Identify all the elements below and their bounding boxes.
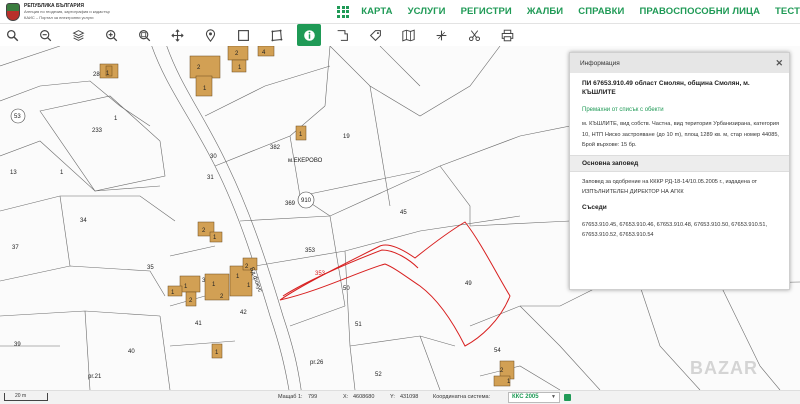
nav-item-complaints[interactable]: ЖАЛБИ [527, 6, 563, 17]
scale-value[interactable]: 799 [308, 394, 317, 400]
layers-icon[interactable] [66, 24, 90, 46]
logo-text: РЕПУБЛИКА БЪЛГАРИЯ Агенция по геодезия, … [24, 3, 110, 21]
apps-grid-icon[interactable] [337, 5, 350, 18]
location-pin-icon[interactable] [198, 24, 222, 46]
order-text: Заповед за одобрение на КККР РД-18-14/10… [582, 178, 758, 196]
map-label: 233 [92, 128, 103, 134]
crs-value: ККС 2005 [512, 394, 539, 400]
order-section-header: Основна заповед [570, 154, 789, 172]
map-label: 41 [195, 321, 202, 327]
zoom-extent-icon[interactable] [132, 24, 156, 46]
search-icon[interactable] [0, 24, 24, 46]
info-panel-title: Информация [580, 59, 620, 67]
parcel-boundary-icon[interactable] [330, 24, 354, 46]
neighbors-list: 67653.910.45, 67653.910.46, 67653.910.48… [582, 221, 768, 239]
map-label: 13 [10, 170, 17, 176]
top-header: РЕПУБЛИКА БЪЛГАРИЯ Агенция по геодезия, … [0, 0, 800, 24]
map-label: 382 [270, 145, 281, 151]
map-label: 50 [343, 286, 350, 292]
scale-bar: 20 m [4, 393, 48, 401]
map-icon[interactable] [396, 24, 420, 46]
main-nav: КАРТА УСЛУГИ РЕГИСТРИ ЖАЛБИ СПРАВКИ ПРАВ… [361, 0, 800, 24]
watermark-logo: BAZAR [690, 358, 758, 378]
remove-from-list-link[interactable]: Премахни от списък с обекти [582, 107, 779, 113]
info-panel-header: Информация ✕ [570, 53, 789, 73]
polygon-select-icon[interactable] [264, 24, 288, 46]
logo-subtitle-2: КАИС – Портал за електронни услуги [24, 14, 94, 20]
scale-bar-text: 20 m [15, 393, 27, 399]
map-label: м.ЕКЕРОВО [288, 158, 323, 164]
print-icon[interactable] [495, 24, 519, 46]
rectangle-select-icon[interactable] [231, 24, 255, 46]
map-label: 35 [147, 265, 154, 271]
nav-item-services[interactable]: УСЛУГИ [408, 6, 446, 17]
map-label: 34 [80, 218, 87, 224]
status-indicator-icon [564, 394, 571, 401]
tag-icon[interactable] [363, 24, 387, 46]
scale-label: Мащаб 1: [278, 394, 303, 400]
logo-subtitle: Агенция по геодезия, картография и кадас… [24, 8, 110, 14]
crs-select[interactable]: ККС 2005 ▼ [508, 392, 560, 403]
x-label: X: [343, 394, 349, 400]
zoom-out-icon[interactable] [33, 24, 57, 46]
map-label: 40 [128, 349, 135, 355]
map-label: 30 [210, 154, 217, 160]
x-value: 4608680 [353, 394, 375, 400]
map-label: 53 [14, 114, 21, 120]
map-label: 42 [240, 310, 247, 316]
parcel-description: м. КЪШЛИТЕ, вид собств. Частна, вид тери… [582, 121, 779, 148]
info-icon[interactable] [297, 24, 321, 46]
agency-logo[interactable]: РЕПУБЛИКА БЪЛГАРИЯ Агенция по геодезия, … [0, 0, 335, 24]
crs-label: Координатна система: [433, 394, 491, 400]
map-label: 28 [93, 72, 100, 78]
nav-item-licensed-persons[interactable]: ПРАВОСПОСОБНИ ЛИЦА [639, 6, 760, 17]
map-label: 353 [315, 271, 326, 277]
chevron-down-icon: ▼ [551, 394, 556, 400]
map-label: 45 [400, 210, 407, 216]
measure-icon[interactable] [429, 24, 453, 46]
close-icon[interactable]: ✕ [775, 58, 783, 69]
status-bar: 20 m Мащаб 1: 799 X: 4608680 Y: 431098 К… [0, 390, 800, 404]
y-label: Y: [390, 394, 395, 400]
info-panel: Информация ✕ ПИ 67653.910.49 област Смол… [569, 52, 790, 290]
map-label: 910 [301, 198, 312, 204]
map-label: 54 [494, 348, 501, 354]
map-toolbar [0, 24, 560, 46]
pan-icon[interactable] [165, 24, 189, 46]
nav-item-reports[interactable]: СПРАВКИ [578, 6, 624, 17]
map-label: 353 [305, 248, 316, 254]
map-label: 19 [343, 134, 350, 140]
y-value: 431098 [400, 394, 419, 400]
nav-item-registers[interactable]: РЕГИСТРИ [461, 6, 512, 17]
neighbors-section-header: Съседи [582, 203, 607, 211]
info-panel-body: ПИ 67653.910.49 област Смолян, община См… [570, 73, 789, 241]
map-label: 39 [14, 342, 21, 348]
map-label: 369 [285, 201, 296, 207]
map-label: pr.21 [88, 374, 102, 380]
map-label: 37 [12, 245, 19, 251]
map-label: 52 [375, 372, 382, 378]
map-label: pr.26 [310, 360, 324, 366]
coat-of-arms-icon [6, 2, 20, 21]
map-label: 31 [207, 175, 214, 181]
zoom-in-icon[interactable] [99, 24, 123, 46]
scissors-icon[interactable] [462, 24, 486, 46]
map-label: 49 [465, 281, 472, 287]
parcel-title: ПИ 67653.910.49 област Смолян, община См… [582, 80, 750, 96]
nav-item-map[interactable]: КАРТА [361, 6, 392, 17]
map-label: 51 [355, 322, 362, 328]
nav-item-test[interactable]: ТЕСТ [775, 6, 800, 17]
